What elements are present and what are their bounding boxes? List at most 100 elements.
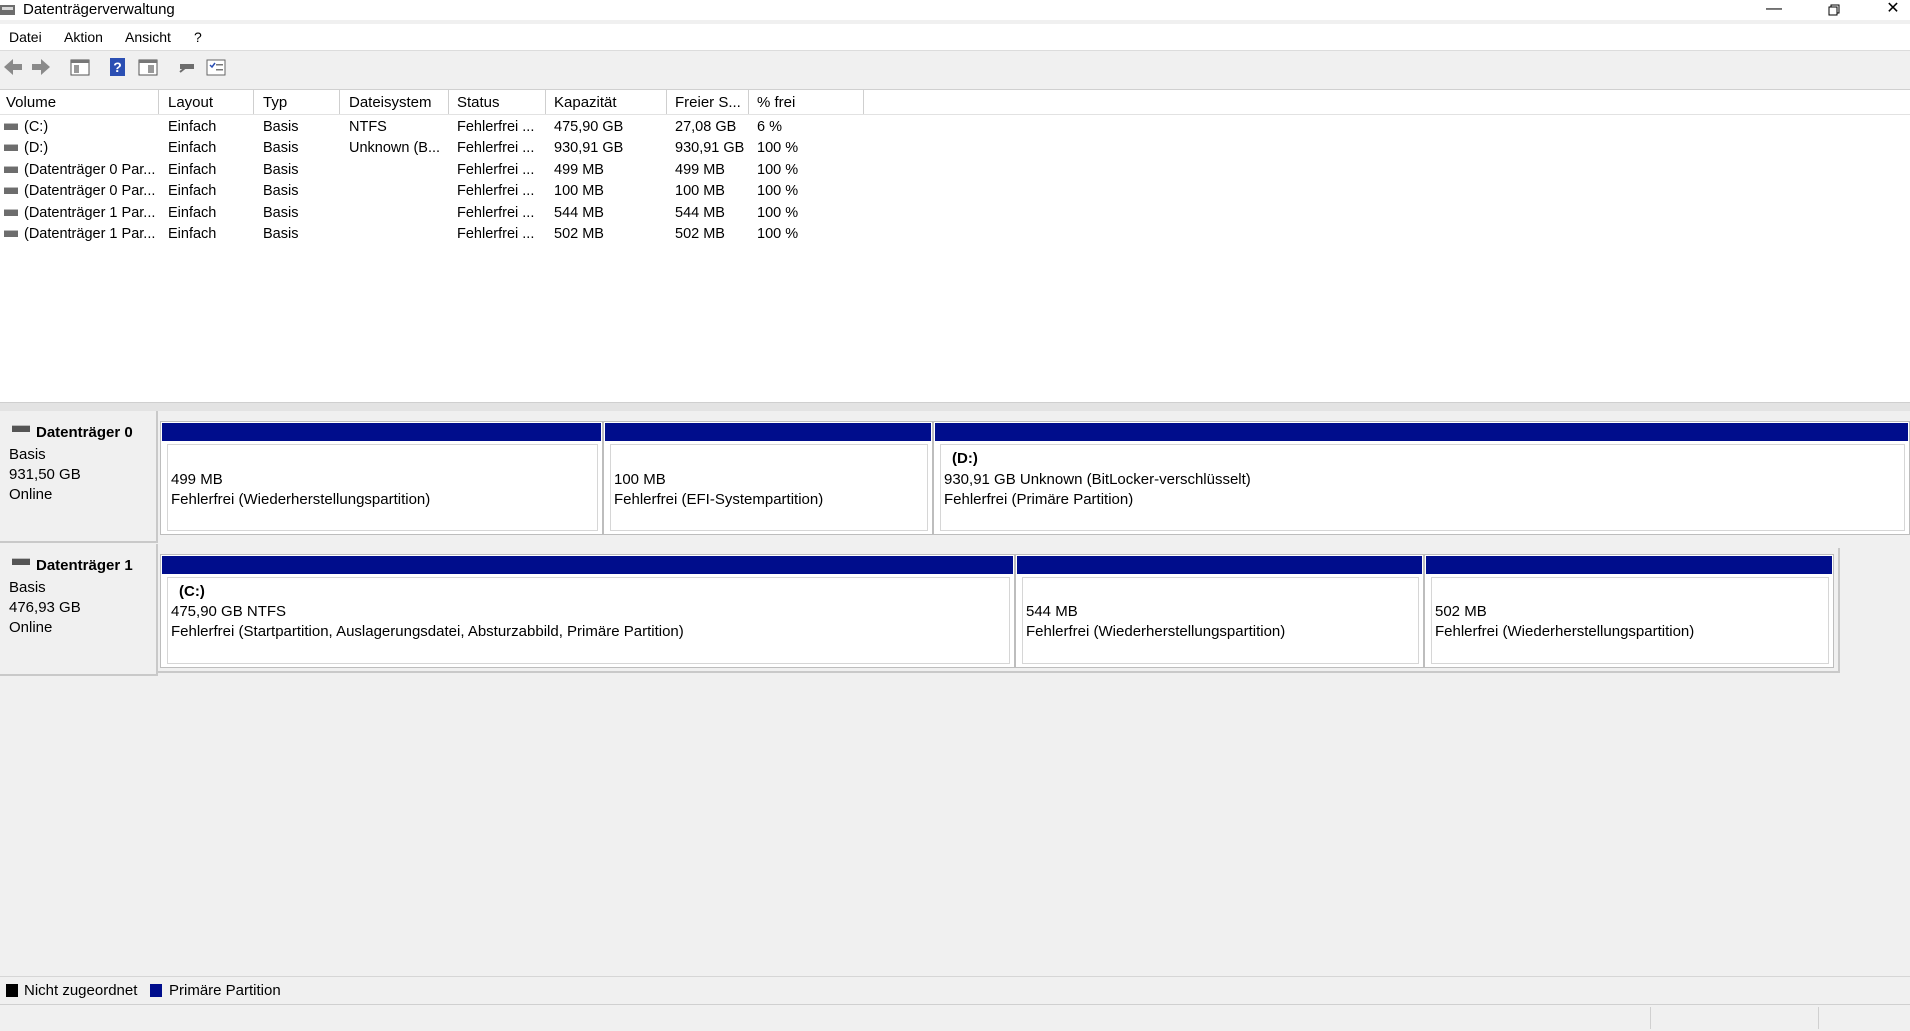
disk-size: 476,93 GB xyxy=(9,599,81,616)
view-settings-icon[interactable] xyxy=(205,56,227,78)
status-bar-divider xyxy=(1650,1007,1651,1029)
menu-aktion[interactable]: Aktion xyxy=(64,29,103,45)
volume-layout: Einfach xyxy=(168,140,217,156)
volume-list-header: Volume Layout Typ Dateisystem Status Kap… xyxy=(0,90,1910,115)
volume-name: (Datenträger 1 Par... xyxy=(24,226,156,242)
volume-list: Volume Layout Typ Dateisystem Status Kap… xyxy=(0,89,1910,403)
disk-name: Datenträger 1 xyxy=(36,557,133,574)
title-bar: Datenträgerverwaltung — ✕ xyxy=(0,0,1910,20)
disk-name: Datenträger 0 xyxy=(36,424,133,441)
volume-row[interactable]: (C:) Einfach Basis NTFS Fehlerfrei ... 4… xyxy=(0,117,900,138)
menu-help[interactable]: ? xyxy=(194,29,202,45)
drive-icon xyxy=(4,144,18,151)
column-header-freier-speicher[interactable]: Freier S... xyxy=(667,90,749,114)
volume-free-space: 499 MB xyxy=(675,162,725,178)
volume-percent-free: 6 % xyxy=(757,119,782,135)
volume-status: Fehlerfrei ... xyxy=(457,162,535,178)
menu-datei[interactable]: Datei xyxy=(9,29,42,45)
menu-ansicht[interactable]: Ansicht xyxy=(125,29,171,45)
column-header-layout[interactable]: Layout xyxy=(159,90,254,114)
partition[interactable]: 100 MB Fehlerfrei (EFI-Systempartition) xyxy=(603,421,933,535)
volume-name: (Datenträger 0 Par... xyxy=(24,162,156,178)
disk-state: Online xyxy=(9,619,53,636)
volume-capacity: 475,90 GB xyxy=(554,119,624,135)
back-arrow-icon[interactable] xyxy=(2,56,24,78)
volume-row[interactable]: (Datenträger 0 Par... Einfach Basis Fehl… xyxy=(0,160,900,181)
disk-0-partitions: 499 MB Fehlerfrei (Wiederherstellungspar… xyxy=(158,421,1910,535)
volume-percent-free: 100 % xyxy=(757,226,799,242)
maximize-button[interactable] xyxy=(1811,0,1857,20)
partition-size: 499 MB xyxy=(171,471,223,488)
partition[interactable]: 499 MB Fehlerfrei (Wiederherstellungspar… xyxy=(160,421,603,535)
minimize-icon: — xyxy=(1766,0,1782,17)
show-hide-console-tree-icon[interactable] xyxy=(69,56,91,78)
disk-size: 931,50 GB xyxy=(9,466,81,483)
volume-row[interactable]: (Datenträger 0 Par... Einfach Basis Fehl… xyxy=(0,181,900,202)
column-header-kapazitaet[interactable]: Kapazität xyxy=(546,90,667,114)
volume-layout: Einfach xyxy=(168,205,217,221)
connect-icon[interactable] xyxy=(176,56,198,78)
window-title: Datenträgerverwaltung xyxy=(23,1,175,18)
volume-row[interactable]: (Datenträger 1 Par... Einfach Basis Fehl… xyxy=(0,224,900,245)
forward-arrow-icon[interactable] xyxy=(30,56,52,78)
drive-icon xyxy=(4,209,18,216)
volume-row[interactable]: (Datenträger 1 Par... Einfach Basis Fehl… xyxy=(0,203,900,224)
column-header-volume[interactable]: Volume xyxy=(0,90,159,114)
disk-state: Online xyxy=(9,486,53,503)
disk-1-frame xyxy=(158,548,1840,673)
disk-management-app-icon xyxy=(0,5,15,15)
volume-layout: Einfach xyxy=(168,183,217,199)
volume-capacity: 544 MB xyxy=(554,205,604,221)
volume-row[interactable]: (D:) Einfach Basis Unknown (B... Fehlerf… xyxy=(0,138,900,159)
column-header-dateisystem[interactable]: Dateisystem xyxy=(340,90,449,114)
volume-capacity: 502 MB xyxy=(554,226,604,242)
partition[interactable]: (D:) 930,91 GB Unknown (BitLocker-versch… xyxy=(933,421,1910,535)
legend-label-primary: Primäre Partition xyxy=(169,982,281,999)
status-bar xyxy=(0,1004,1910,1031)
volume-type: Basis xyxy=(263,226,299,242)
partition-size: 100 MB xyxy=(614,471,666,488)
volume-capacity: 100 MB xyxy=(554,183,604,199)
partition-type-bar xyxy=(605,423,931,441)
properties-icon[interactable] xyxy=(137,56,159,78)
legend-swatch-unallocated xyxy=(6,984,18,997)
disk-1-label[interactable]: Datenträger 1 Basis 476,93 GB Online xyxy=(0,544,158,676)
partition-title: (D:) xyxy=(952,450,978,467)
volume-free-space: 100 MB xyxy=(675,183,725,199)
volume-free-space: 502 MB xyxy=(675,226,725,242)
partition-status: Fehlerfrei (Primäre Partition) xyxy=(944,491,1134,508)
column-header-status[interactable]: Status xyxy=(449,90,546,114)
partition-body xyxy=(167,444,598,531)
help-icon[interactable]: ? xyxy=(107,56,129,78)
volume-layout: Einfach xyxy=(168,162,217,178)
disk-map: Datenträger 0 Basis 931,50 GB Online 499… xyxy=(0,411,1910,976)
volume-type: Basis xyxy=(263,119,299,135)
legend-swatch-primary xyxy=(150,984,162,997)
volume-type: Basis xyxy=(263,140,299,156)
menu-bar: Datei Aktion Ansicht ? xyxy=(0,24,1910,51)
close-button[interactable]: ✕ xyxy=(1870,0,1910,20)
volume-percent-free: 100 % xyxy=(757,140,799,156)
volume-free-space: 544 MB xyxy=(675,205,725,221)
disk-type: Basis xyxy=(9,446,46,463)
volume-layout: Einfach xyxy=(168,226,217,242)
minimize-button[interactable]: — xyxy=(1751,0,1797,20)
volume-status: Fehlerfrei ... xyxy=(457,119,535,135)
volume-capacity: 499 MB xyxy=(554,162,604,178)
disk-0-label[interactable]: Datenträger 0 Basis 931,50 GB Online xyxy=(0,411,158,543)
volume-type: Basis xyxy=(263,205,299,221)
volume-name: (Datenträger 1 Par... xyxy=(24,205,156,221)
volume-filesystem: Unknown (B... xyxy=(349,140,441,156)
volume-free-space: 27,08 GB xyxy=(675,119,737,135)
partition-size: 930,91 GB Unknown (BitLocker-verschlüsse… xyxy=(944,471,1251,488)
column-header-typ[interactable]: Typ xyxy=(254,90,340,114)
volume-filesystem: NTFS xyxy=(349,119,387,135)
disk-icon xyxy=(12,558,30,565)
volume-status: Fehlerfrei ... xyxy=(457,183,535,199)
volume-status: Fehlerfrei ... xyxy=(457,205,535,221)
disk-icon xyxy=(12,425,30,432)
volume-percent-free: 100 % xyxy=(757,205,799,221)
column-header-prozent-frei[interactable]: % frei xyxy=(749,90,864,114)
volume-type: Basis xyxy=(263,162,299,178)
volume-capacity: 930,91 GB xyxy=(554,140,624,156)
